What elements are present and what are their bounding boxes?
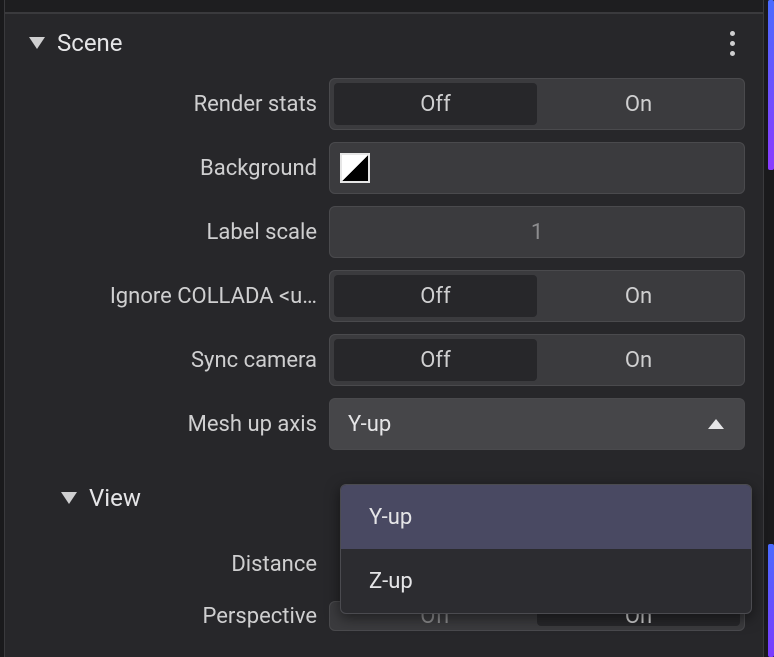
mesh-up-axis-row: Mesh up axis Y-up [5, 392, 763, 456]
accent-line-bottom [768, 544, 774, 657]
ignore-collada-on[interactable]: On [537, 275, 740, 317]
panel-root: Scene Render stats Off On Background [0, 0, 774, 657]
background-label: Background [5, 156, 329, 181]
dropdown-option-y-up[interactable]: Y-up [341, 485, 751, 549]
render-stats-row: Render stats Off On [5, 72, 763, 136]
sync-camera-label: Sync camera [5, 348, 329, 373]
render-stats-on[interactable]: On [537, 83, 740, 125]
sync-camera-toggle[interactable]: Off On [329, 334, 745, 386]
scene-section-header[interactable]: Scene [5, 14, 763, 72]
background-color-button[interactable] [329, 142, 745, 194]
background-row: Background [5, 136, 763, 200]
view-title: View [89, 484, 141, 512]
chevron-down-icon [61, 492, 77, 504]
sync-camera-on[interactable]: On [537, 339, 740, 381]
top-gap [5, 0, 763, 12]
mesh-up-axis-select[interactable]: Y-up [329, 398, 745, 450]
settings-panel: Scene Render stats Off On Background [4, 0, 764, 657]
scene-title: Scene [57, 29, 123, 57]
render-stats-off[interactable]: Off [334, 83, 537, 125]
right-accent [766, 0, 774, 657]
mesh-up-axis-dropdown[interactable]: Y-up Z-up [340, 484, 752, 614]
dropdown-option-z-up[interactable]: Z-up [341, 549, 751, 613]
sync-camera-row: Sync camera Off On [5, 328, 763, 392]
mesh-up-axis-value: Y-up [348, 412, 391, 437]
chevron-down-icon [29, 37, 45, 49]
accent-line-top [768, 0, 774, 170]
sync-camera-off[interactable]: Off [334, 339, 537, 381]
mesh-up-axis-label: Mesh up axis [5, 412, 329, 437]
label-scale-label: Label scale [5, 220, 329, 245]
distance-label: Distance [5, 552, 329, 577]
ignore-collada-row: Ignore COLLADA <u… Off On [5, 264, 763, 328]
ignore-collada-label: Ignore COLLADA <u… [5, 284, 329, 309]
label-scale-input[interactable]: 1 [329, 206, 745, 258]
scene-header-left: Scene [29, 29, 123, 57]
chevron-up-icon [708, 419, 724, 429]
background-swatch-icon [340, 153, 370, 183]
kebab-menu-icon[interactable] [724, 25, 741, 62]
ignore-collada-off[interactable]: Off [334, 275, 537, 317]
perspective-label: Perspective [5, 604, 329, 629]
label-scale-value: 1 [330, 207, 744, 257]
label-scale-row: Label scale 1 [5, 200, 763, 264]
render-stats-label: Render stats [5, 92, 329, 117]
ignore-collada-toggle[interactable]: Off On [329, 270, 745, 322]
render-stats-toggle[interactable]: Off On [329, 78, 745, 130]
